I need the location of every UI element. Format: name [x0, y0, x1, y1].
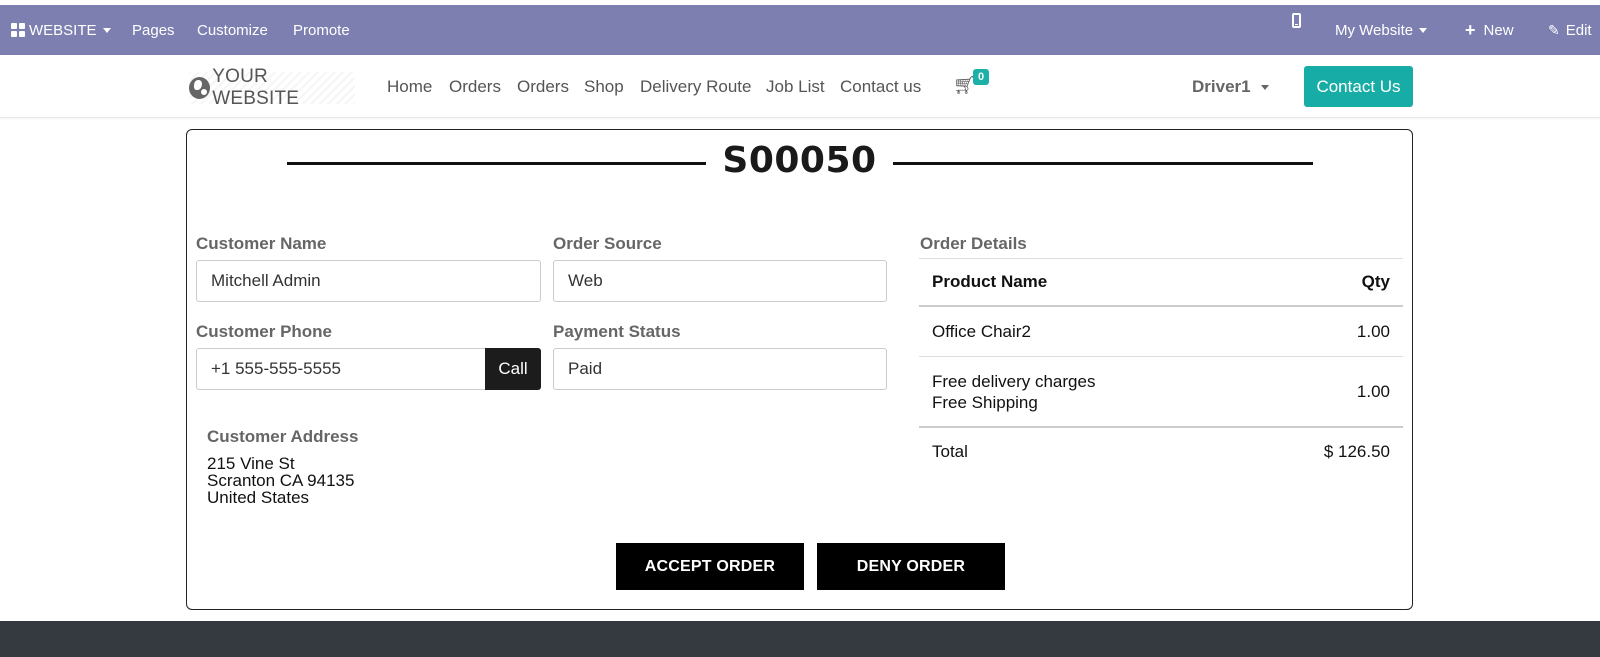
customer-name-label: Customer Name [196, 234, 327, 253]
total-row: Total $ 126.50 [919, 426, 1403, 476]
caret-down-icon [102, 27, 111, 33]
nav-link-contact-us[interactable]: Contact us [840, 77, 921, 97]
apps-menu[interactable]: WEBSITE [11, 5, 111, 55]
site-navbar: YOUR WEBSITE Home Orders Orders Shop Del… [0, 55, 1600, 118]
apps-menu-label: WEBSITE [29, 21, 97, 39]
address-line: 215 Vine St [207, 454, 295, 473]
apps-grid-icon [11, 23, 25, 37]
payment-status-label: Payment Status [553, 322, 681, 341]
user-name: Driver1 [1192, 77, 1251, 96]
nav-link-orders[interactable]: Orders [449, 77, 501, 97]
table-row: Free delivery charges Free Shipping 1.00 [919, 356, 1403, 426]
call-button[interactable]: Call [485, 348, 541, 390]
mobile-preview-button[interactable] [1292, 0, 1301, 45]
customer-address: 215 Vine St Scranton CA 94135 United Sta… [207, 455, 354, 506]
promote-menu[interactable]: Promote [293, 5, 350, 55]
plus-icon: + [1465, 20, 1476, 40]
site-logo[interactable]: YOUR WEBSITE [189, 66, 355, 109]
payment-status-field[interactable]: Paid [553, 348, 887, 390]
order-source-label: Order Source [553, 234, 662, 253]
cart-link[interactable]: 🛒︎ 0 [953, 69, 990, 96]
product-name: Free delivery charges Free Shipping [932, 371, 1095, 413]
new-label: New [1483, 21, 1514, 39]
nav-link-orders-2[interactable]: Orders [517, 77, 569, 97]
column-header-qty: Qty [1361, 272, 1390, 291]
total-value: $ 126.50 [1323, 442, 1390, 461]
product-qty: 1.00 [1356, 321, 1390, 341]
accept-order-button[interactable]: ACCEPT ORDER [616, 543, 804, 590]
customize-menu[interactable]: Customize [197, 5, 268, 55]
order-details-table: Product Name Qty Office Chair2 1.00 Free… [919, 258, 1403, 476]
my-website-menu[interactable]: My Website [1335, 5, 1428, 55]
nav-link-home[interactable]: Home [387, 77, 432, 97]
product-name-line: Free delivery charges [932, 371, 1096, 391]
my-website-label: My Website [1335, 21, 1414, 39]
pages-menu[interactable]: Pages [132, 5, 175, 55]
site-footer [0, 621, 1600, 657]
customer-name-field[interactable]: Mitchell Admin [196, 260, 541, 302]
user-menu[interactable]: Driver1 [1192, 77, 1269, 97]
mobile-phone-icon [1292, 12, 1301, 28]
order-title: S00050 [187, 140, 1412, 181]
globe-icon [189, 77, 211, 99]
total-label: Total [932, 442, 968, 461]
product-name: Office Chair2 [932, 321, 1031, 341]
order-number: S00050 [706, 140, 893, 181]
customer-address-label: Customer Address [207, 427, 359, 446]
table-header-row: Product Name Qty [919, 258, 1403, 307]
product-qty: 1.00 [1356, 381, 1390, 401]
customer-phone-label: Customer Phone [196, 322, 333, 341]
order-source-field[interactable]: Web [553, 260, 887, 302]
new-button[interactable]: + New [1465, 5, 1514, 55]
customer-phone-field[interactable]: +1 555-555-5555 [196, 348, 486, 390]
caret-down-icon [1260, 84, 1269, 90]
nav-link-job-list[interactable]: Job List [766, 77, 825, 97]
product-description-line: Free Shipping [932, 392, 1038, 412]
deny-order-button[interactable]: DENY ORDER [817, 543, 1005, 590]
admin-bar: WEBSITE Pages Customize Promote My Websi… [0, 5, 1600, 55]
order-details-label: Order Details [920, 234, 1027, 253]
nav-link-delivery-route[interactable]: Delivery Route [640, 77, 752, 97]
address-line: United States [207, 488, 310, 507]
pencil-icon: ✎ [1548, 21, 1560, 38]
table-row: Office Chair2 1.00 [919, 307, 1403, 356]
cart-count-badge: 0 [973, 69, 990, 85]
column-header-product: Product Name [932, 272, 1048, 291]
edit-button[interactable]: ✎ Edit [1548, 5, 1592, 55]
logo-text: YOUR WEBSITE [212, 66, 300, 109]
nav-link-shop[interactable]: Shop [584, 77, 624, 97]
address-line: Scranton CA 94135 [207, 471, 355, 490]
contact-us-button[interactable]: Contact Us [1304, 66, 1413, 107]
order-card: S00050 Customer Name Mitchell Admin Orde… [186, 129, 1413, 610]
caret-down-icon [1419, 27, 1428, 33]
edit-label: Edit [1565, 21, 1592, 39]
